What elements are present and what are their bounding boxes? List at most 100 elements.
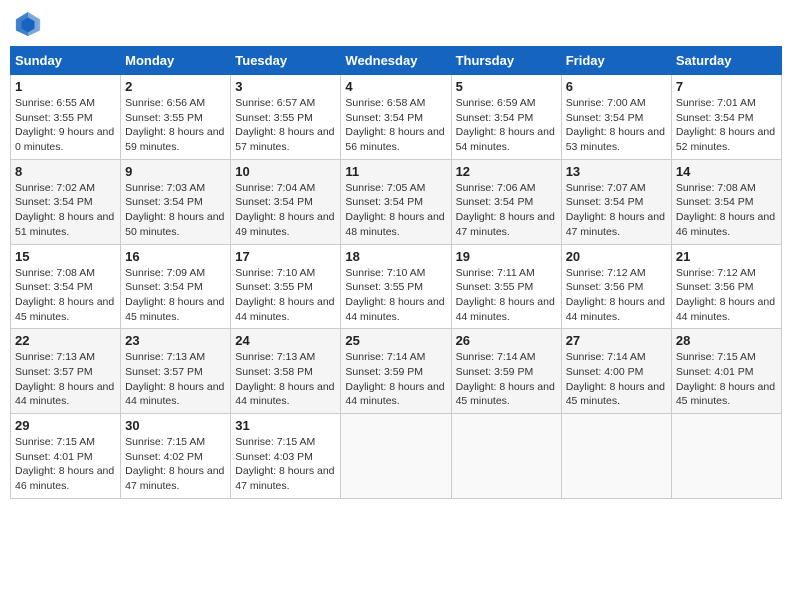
day-info: Sunrise: 7:09 AMSunset: 3:54 PMDaylight:…: [125, 266, 226, 325]
calendar-day-cell: 19 Sunrise: 7:11 AMSunset: 3:55 PMDayligh…: [451, 244, 561, 329]
calendar-day-cell: 15Sunrise: 7:08 AMSunset: 3:54 PMDayligh…: [11, 244, 121, 329]
day-number: 6: [566, 79, 667, 94]
calendar-day-cell: 8Sunrise: 7:02 AMSunset: 3:54 PMDaylight…: [11, 159, 121, 244]
day-number: 31: [235, 418, 336, 433]
weekday-header: Tuesday: [231, 47, 341, 75]
day-info: Sunrise: 7:11 AMSunset: 3:55 PMDaylight:…: [456, 266, 557, 325]
calendar-day-cell: 26Sunrise: 7:14 AMSunset: 3:59 PMDayligh…: [451, 329, 561, 414]
calendar-day-cell: 7 Sunrise: 7:01 AMSunset: 3:54 PMDaylight…: [671, 75, 781, 160]
calendar-day-cell: 3 Sunrise: 6:57 AMSunset: 3:55 PMDaylight…: [231, 75, 341, 160]
empty-cell: [451, 414, 561, 499]
day-number: 1: [15, 79, 116, 94]
logo: [14, 10, 44, 38]
calendar-day-cell: 6 Sunrise: 7:00 AMSunset: 3:54 PMDaylight…: [561, 75, 671, 160]
day-info: Sunrise: 6:56 AMSunset: 3:55 PMDaylight:…: [125, 96, 226, 155]
day-info: Sunrise: 7:08 AMSunset: 3:54 PMDaylight:…: [676, 181, 777, 240]
day-number: 24: [235, 333, 336, 348]
calendar-day-cell: 18Sunrise: 7:10 AMSunset: 3:55 PMDayligh…: [341, 244, 451, 329]
weekday-header: Monday: [121, 47, 231, 75]
calendar-week-row: 22 Sunrise: 7:13 AMSunset: 3:57 PMDayligh…: [11, 329, 782, 414]
calendar-day-cell: 22 Sunrise: 7:13 AMSunset: 3:57 PMDayligh…: [11, 329, 121, 414]
day-number: 13: [566, 164, 667, 179]
calendar-day-cell: 17Sunrise: 7:10 AMSunset: 3:55 PMDayligh…: [231, 244, 341, 329]
calendar-week-row: 15Sunrise: 7:08 AMSunset: 3:54 PMDayligh…: [11, 244, 782, 329]
weekday-header: Saturday: [671, 47, 781, 75]
day-info: Sunrise: 7:06 AMSunset: 3:54 PMDaylight:…: [456, 181, 557, 240]
calendar-day-cell: 14 Sunrise: 7:08 AMSunset: 3:54 PMDayligh…: [671, 159, 781, 244]
day-info: Sunrise: 7:10 AMSunset: 3:55 PMDaylight:…: [345, 266, 446, 325]
day-info: Sunrise: 7:12 AMSunset: 3:56 PMDaylight:…: [676, 266, 777, 325]
day-info: Sunrise: 7:15 AMSunset: 4:01 PMDaylight:…: [15, 435, 116, 494]
day-number: 27: [566, 333, 667, 348]
day-info: Sunrise: 7:03 AMSunset: 3:54 PMDaylight:…: [125, 181, 226, 240]
day-number: 26: [456, 333, 557, 348]
day-number: 19: [456, 249, 557, 264]
day-number: 30: [125, 418, 226, 433]
weekday-header: Wednesday: [341, 47, 451, 75]
calendar-day-cell: 23 Sunrise: 7:13 AMSunset: 3:57 PMDayligh…: [121, 329, 231, 414]
calendar-day-cell: 20 Sunrise: 7:12 AMSunset: 3:56 PMDayligh…: [561, 244, 671, 329]
day-info: Sunrise: 7:13 AMSunset: 3:57 PMDaylight:…: [125, 350, 226, 409]
calendar-day-cell: 31 Sunrise: 7:15 AMSunset: 4:03 PMDayligh…: [231, 414, 341, 499]
calendar-day-cell: 11 Sunrise: 7:05 AMSunset: 3:54 PMDayligh…: [341, 159, 451, 244]
day-info: Sunrise: 6:55 AMSunset: 3:55 PMDaylight:…: [15, 96, 116, 155]
day-number: 16: [125, 249, 226, 264]
calendar-week-row: 1 Sunrise: 6:55 AMSunset: 3:55 PMDaylight…: [11, 75, 782, 160]
day-info: Sunrise: 7:15 AMSunset: 4:01 PMDaylight:…: [676, 350, 777, 409]
empty-cell: [671, 414, 781, 499]
day-info: Sunrise: 7:07 AMSunset: 3:54 PMDaylight:…: [566, 181, 667, 240]
day-number: 15: [15, 249, 116, 264]
day-number: 21: [676, 249, 777, 264]
calendar-day-cell: 13 Sunrise: 7:07 AMSunset: 3:54 PMDayligh…: [561, 159, 671, 244]
day-number: 9: [125, 164, 226, 179]
day-number: 25: [345, 333, 446, 348]
day-number: 23: [125, 333, 226, 348]
calendar-day-cell: 24Sunrise: 7:13 AMSunset: 3:58 PMDayligh…: [231, 329, 341, 414]
calendar-day-cell: 1 Sunrise: 6:55 AMSunset: 3:55 PMDaylight…: [11, 75, 121, 160]
calendar-week-row: 8Sunrise: 7:02 AMSunset: 3:54 PMDaylight…: [11, 159, 782, 244]
page-header: [10, 10, 782, 38]
empty-cell: [341, 414, 451, 499]
calendar-day-cell: 2 Sunrise: 6:56 AMSunset: 3:55 PMDaylight…: [121, 75, 231, 160]
day-number: 14: [676, 164, 777, 179]
day-number: 11: [345, 164, 446, 179]
day-number: 3: [235, 79, 336, 94]
calendar-week-row: 29 Sunrise: 7:15 AMSunset: 4:01 PMDayligh…: [11, 414, 782, 499]
calendar-day-cell: 21 Sunrise: 7:12 AMSunset: 3:56 PMDayligh…: [671, 244, 781, 329]
day-number: 28: [676, 333, 777, 348]
day-info: Sunrise: 7:01 AMSunset: 3:54 PMDaylight:…: [676, 96, 777, 155]
day-number: 7: [676, 79, 777, 94]
calendar-table: SundayMondayTuesdayWednesdayThursdayFrid…: [10, 46, 782, 499]
day-number: 10: [235, 164, 336, 179]
day-info: Sunrise: 7:15 AMSunset: 4:02 PMDaylight:…: [125, 435, 226, 494]
calendar-day-cell: 9 Sunrise: 7:03 AMSunset: 3:54 PMDaylight…: [121, 159, 231, 244]
calendar-day-cell: 25 Sunrise: 7:14 AMSunset: 3:59 PMDayligh…: [341, 329, 451, 414]
day-number: 17: [235, 249, 336, 264]
day-info: Sunrise: 7:12 AMSunset: 3:56 PMDaylight:…: [566, 266, 667, 325]
calendar-day-cell: 27Sunrise: 7:14 AMSunset: 4:00 PMDayligh…: [561, 329, 671, 414]
calendar-day-cell: 4Sunrise: 6:58 AMSunset: 3:54 PMDaylight…: [341, 75, 451, 160]
day-number: 12: [456, 164, 557, 179]
day-info: Sunrise: 7:15 AMSunset: 4:03 PMDaylight:…: [235, 435, 336, 494]
day-number: 5: [456, 79, 557, 94]
calendar-day-cell: 30 Sunrise: 7:15 AMSunset: 4:02 PMDayligh…: [121, 414, 231, 499]
weekday-header: Friday: [561, 47, 671, 75]
day-number: 20: [566, 249, 667, 264]
calendar-day-cell: 16 Sunrise: 7:09 AMSunset: 3:54 PMDayligh…: [121, 244, 231, 329]
empty-cell: [561, 414, 671, 499]
calendar-header-row: SundayMondayTuesdayWednesdayThursdayFrid…: [11, 47, 782, 75]
day-info: Sunrise: 7:00 AMSunset: 3:54 PMDaylight:…: [566, 96, 667, 155]
day-number: 22: [15, 333, 116, 348]
day-info: Sunrise: 7:14 AMSunset: 3:59 PMDaylight:…: [345, 350, 446, 409]
weekday-header: Thursday: [451, 47, 561, 75]
day-info: Sunrise: 6:59 AMSunset: 3:54 PMDaylight:…: [456, 96, 557, 155]
calendar-day-cell: 5 Sunrise: 6:59 AMSunset: 3:54 PMDaylight…: [451, 75, 561, 160]
day-number: 2: [125, 79, 226, 94]
day-info: Sunrise: 6:57 AMSunset: 3:55 PMDaylight:…: [235, 96, 336, 155]
day-info: Sunrise: 7:13 AMSunset: 3:57 PMDaylight:…: [15, 350, 116, 409]
calendar-day-cell: 29 Sunrise: 7:15 AMSunset: 4:01 PMDayligh…: [11, 414, 121, 499]
day-info: Sunrise: 7:02 AMSunset: 3:54 PMDaylight:…: [15, 181, 116, 240]
calendar-day-cell: 10Sunrise: 7:04 AMSunset: 3:54 PMDayligh…: [231, 159, 341, 244]
day-info: Sunrise: 7:05 AMSunset: 3:54 PMDaylight:…: [345, 181, 446, 240]
day-number: 29: [15, 418, 116, 433]
